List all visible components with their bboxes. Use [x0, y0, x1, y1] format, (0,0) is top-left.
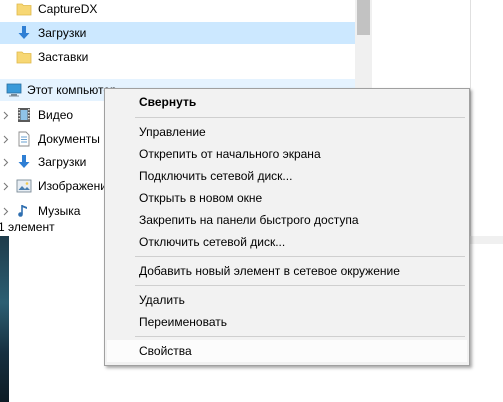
menu-separator — [135, 285, 465, 286]
documents-icon — [16, 131, 32, 147]
menu-item-properties[interactable]: Свойства — [107, 340, 467, 362]
menu-item-add-network-location[interactable]: Добавить новый элемент в сетевое окружен… — [107, 260, 467, 282]
chevron-right-icon[interactable] — [2, 175, 10, 197]
menu-item-collapse[interactable]: Свернуть — [107, 91, 467, 113]
nav-item-label: Изображения — [38, 179, 114, 193]
computer-icon — [6, 82, 22, 98]
menu-item-rename[interactable]: Переименовать — [107, 311, 467, 333]
chevron-right-icon[interactable] — [2, 128, 10, 150]
nav-item-label: Видео — [38, 108, 74, 122]
download-icon — [16, 25, 32, 41]
nav-item-label: Загрузки — [38, 155, 87, 169]
menu-item-unpin-start[interactable]: Открепить от начального экрана — [107, 143, 467, 165]
menu-item-pin-quick-access[interactable]: Закрепить на панели быстрого доступа — [107, 209, 467, 231]
folder-icon — [16, 1, 32, 17]
menu-item-delete[interactable]: Удалить — [107, 289, 467, 311]
nav-item-capturedx[interactable]: CaptureDX — [0, 0, 355, 20]
nav-item-label: Заставки — [38, 50, 89, 64]
chevron-right-icon[interactable] — [2, 104, 10, 126]
context-menu: Свернуть Управление Открепить от начальн… — [104, 88, 470, 366]
chevron-right-icon[interactable] — [2, 200, 10, 218]
menu-separator — [135, 336, 465, 337]
music-icon — [16, 203, 32, 218]
video-icon — [16, 107, 32, 123]
menu-item-open-new-window[interactable]: Открыть в новом окне — [107, 187, 467, 209]
menu-item-disconnect-network-drive[interactable]: Отключить сетевой диск... — [107, 231, 467, 253]
nav-item-label: Загрузки — [38, 26, 87, 40]
scrollbar-thumb[interactable] — [357, 0, 370, 35]
background-window-edge — [470, 0, 503, 236]
background-window-ribbon — [470, 236, 503, 244]
nav-item-downloads-quick[interactable]: Загрузки — [0, 22, 355, 44]
desktop-background — [0, 236, 9, 402]
download-icon — [16, 154, 32, 170]
pictures-icon — [16, 178, 32, 194]
chevron-right-icon[interactable] — [2, 151, 10, 173]
nav-item-label: Музыка — [38, 204, 81, 218]
status-item-count: 1 элемент — [0, 220, 55, 234]
menu-item-manage[interactable]: Управление — [107, 121, 467, 143]
menu-separator — [135, 256, 465, 257]
nav-item-label: Документы — [38, 132, 100, 146]
nav-item-label: CaptureDX — [38, 2, 98, 16]
folder-icon — [16, 49, 32, 65]
menu-item-map-network-drive[interactable]: Подключить сетевой диск... — [107, 165, 467, 187]
nav-item-screensavers[interactable]: Заставки — [0, 46, 355, 68]
menu-separator — [135, 117, 465, 118]
